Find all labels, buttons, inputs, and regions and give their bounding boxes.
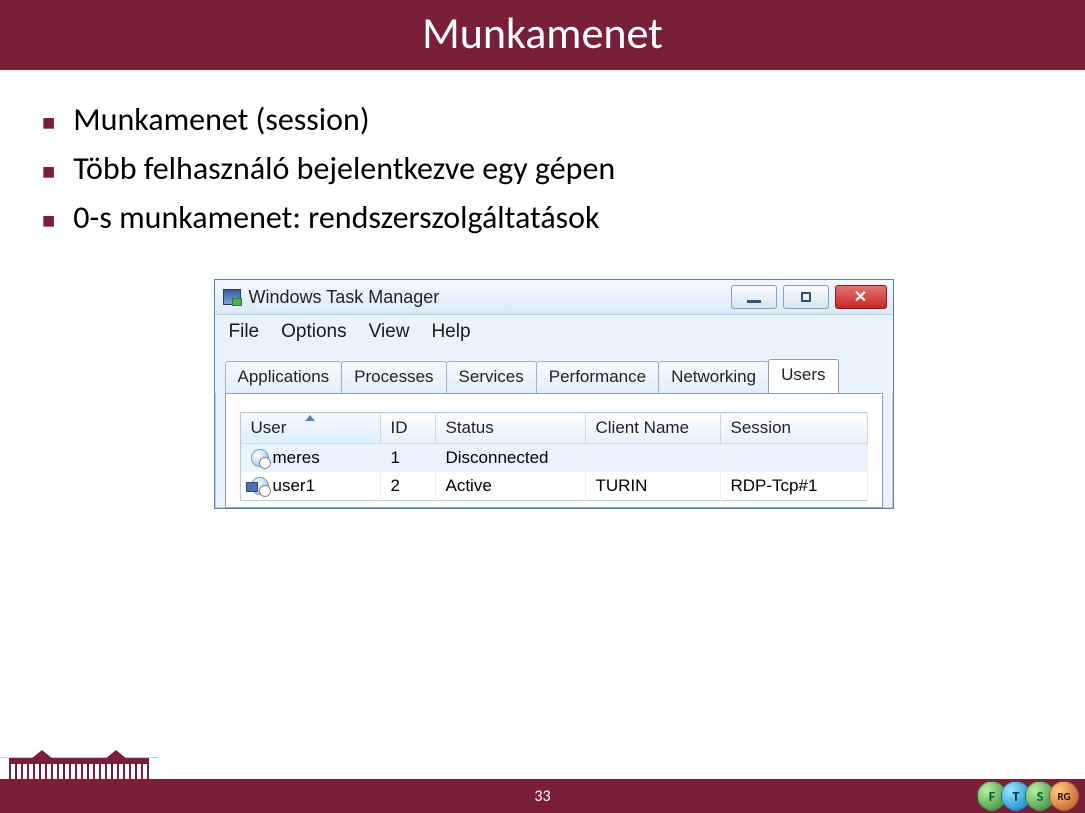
users-panel: User ID Status Client Name Session meres… [225, 393, 883, 508]
slide-title: Munkamenet [0, 0, 1085, 70]
slide-footer: 33 [0, 779, 1085, 813]
col-session[interactable]: Session [720, 413, 867, 444]
menu-view[interactable]: View [369, 321, 410, 343]
bullet-text: 0-s munkamenet: rendszerszolgáltatások [73, 198, 599, 237]
tab-services[interactable]: Services [446, 361, 537, 393]
bullet-icon: ■ [42, 112, 55, 134]
cell-status: Disconnected [435, 444, 585, 473]
maximize-button[interactable] [783, 285, 829, 309]
tab-users[interactable]: Users [768, 359, 838, 393]
col-user[interactable]: User [240, 413, 380, 444]
cell-user: meres [273, 448, 320, 468]
minimize-button[interactable] [731, 285, 777, 309]
user-icon [251, 449, 269, 467]
bullet-icon: ■ [42, 161, 55, 183]
taskmanager-icon [223, 289, 241, 305]
close-button[interactable]: ✕ [835, 285, 887, 309]
col-status[interactable]: Status [435, 413, 585, 444]
menu-file[interactable]: File [229, 321, 260, 343]
users-table[interactable]: User ID Status Client Name Session meres… [240, 412, 868, 501]
bullet-item: ■ 0-s munkamenet: rendszerszolgáltatások [42, 198, 1065, 237]
tab-strip: Applications Processes Services Performa… [215, 351, 893, 393]
tab-processes[interactable]: Processes [341, 361, 446, 393]
tab-applications[interactable]: Applications [225, 361, 343, 393]
minimize-icon [747, 300, 761, 303]
page-number: 33 [534, 787, 550, 806]
cell-client: TURIN [585, 472, 720, 501]
taskmanager-screenshot: Windows Task Manager ✕ File Options View… [214, 279, 894, 509]
bullet-text: Munkamenet (session) [73, 100, 369, 139]
user-remote-icon [251, 477, 269, 495]
bullet-item: ■ Több felhasználó bejelentkezve egy gép… [42, 149, 1065, 188]
cell-session [720, 444, 867, 473]
taskmanager-window: Windows Task Manager ✕ File Options View… [214, 279, 894, 509]
cell-id: 2 [380, 472, 435, 501]
maximize-icon [801, 292, 811, 302]
cell-session: RDP-Tcp#1 [720, 472, 867, 501]
col-id[interactable]: ID [380, 413, 435, 444]
bullet-text: Több felhasználó bejelentkezve egy gépen [73, 149, 615, 188]
cell-user: user1 [273, 476, 316, 496]
cell-status: Active [435, 472, 585, 501]
cell-id: 1 [380, 444, 435, 473]
bullet-icon: ■ [42, 210, 55, 232]
window-title: Windows Task Manager [249, 287, 440, 308]
orb-rg: RG [1049, 781, 1079, 811]
close-icon: ✕ [854, 287, 867, 307]
table-row[interactable]: user1 2 Active TURIN RDP-Tcp#1 [240, 472, 867, 501]
menubar: File Options View Help [215, 315, 893, 351]
menu-help[interactable]: Help [431, 321, 470, 343]
col-user-label: User [251, 418, 287, 437]
slide-body: ■ Munkamenet (session) ■ Több felhasznál… [0, 70, 1085, 509]
window-titlebar[interactable]: Windows Task Manager ✕ [215, 280, 893, 315]
bullet-item: ■ Munkamenet (session) [42, 100, 1065, 139]
ftsrg-logo: F T S RG [983, 781, 1079, 811]
tab-performance[interactable]: Performance [536, 361, 659, 393]
tab-networking[interactable]: Networking [658, 361, 769, 393]
menu-options[interactable]: Options [281, 321, 346, 343]
cell-client [585, 444, 720, 473]
table-row[interactable]: meres 1 Disconnected [240, 444, 867, 473]
window-controls: ✕ [731, 285, 887, 309]
col-client[interactable]: Client Name [585, 413, 720, 444]
sort-asc-icon [305, 415, 315, 421]
